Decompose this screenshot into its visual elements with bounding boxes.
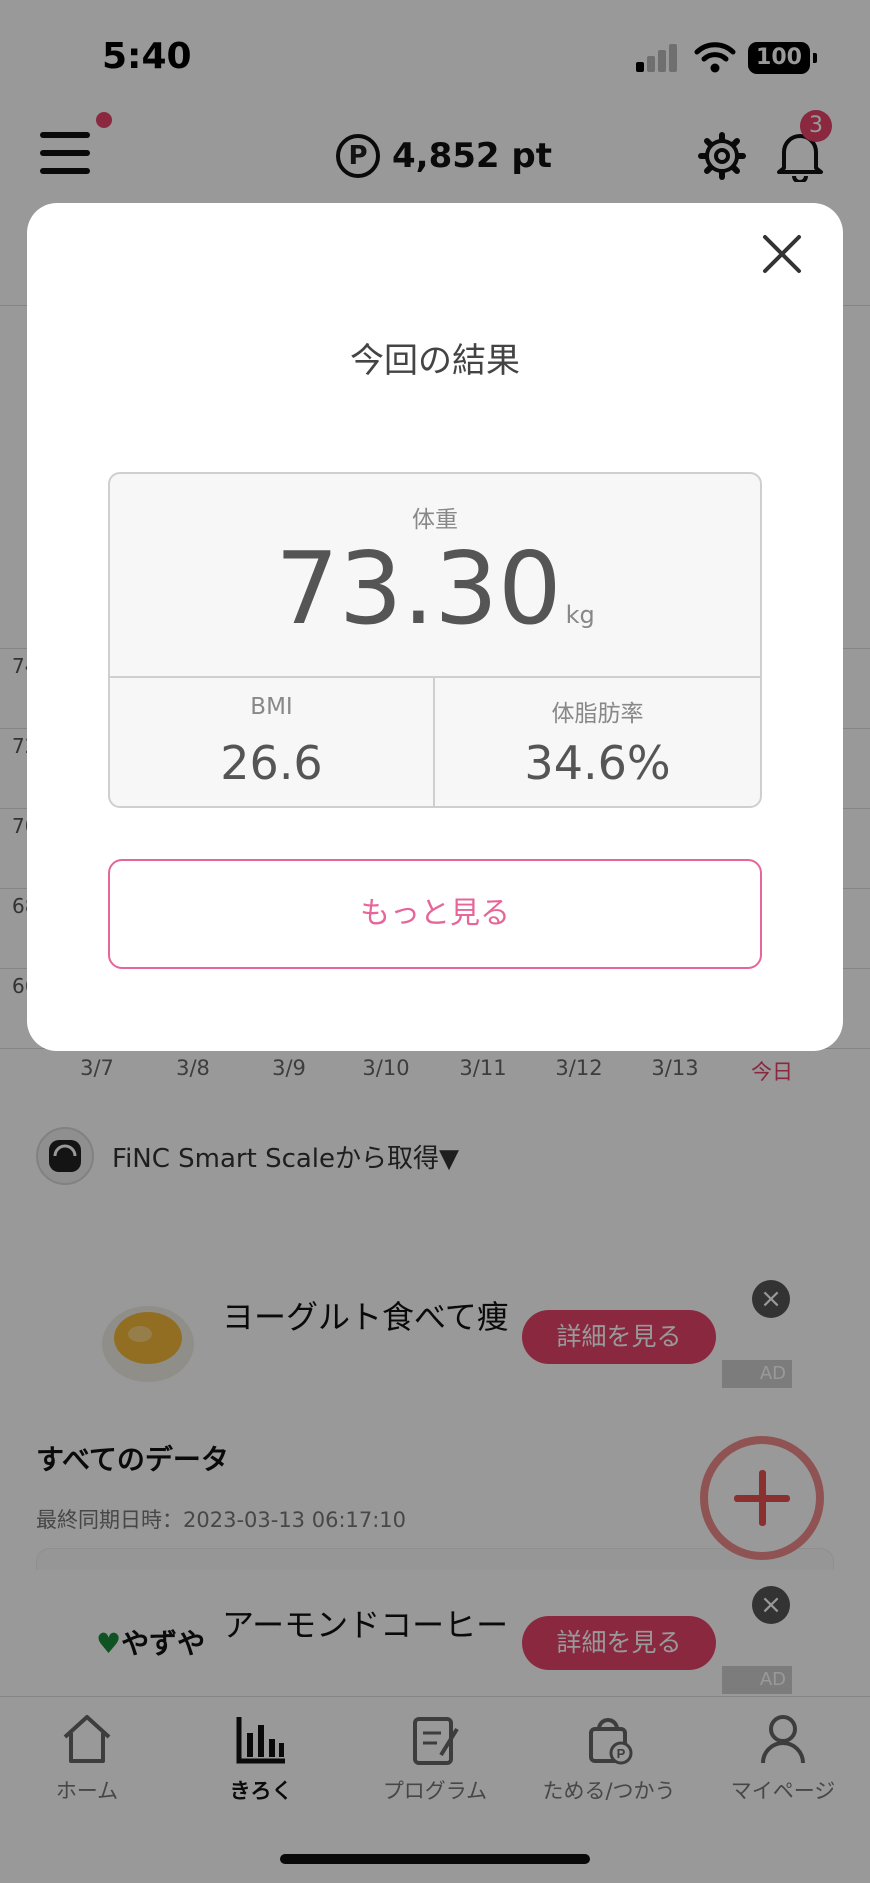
weight-unit: kg xyxy=(565,601,595,629)
bmi-value: 26.6 xyxy=(220,736,323,790)
body-fat-label: 体脂肪率 xyxy=(551,701,644,727)
close-icon[interactable] xyxy=(757,229,807,279)
see-more-button[interactable]: もっと見る xyxy=(108,859,762,969)
bmi-cell: BMI 26.6 xyxy=(110,678,435,806)
weight-cell: 体重 73.30 kg xyxy=(110,474,760,678)
body-fat-value: 34.6% xyxy=(524,736,671,790)
result-panel: 体重 73.30 kg BMI 26.6 体脂肪率 34.6% xyxy=(108,472,762,808)
bmi-label: BMI xyxy=(250,694,293,720)
weight-label: 体重 xyxy=(412,507,458,533)
weight-value: 73.30 xyxy=(275,530,562,647)
modal-title: 今回の結果 xyxy=(350,341,520,381)
weight-value-row: 73.30 kg xyxy=(110,534,760,670)
result-modal: 今回の結果 体重 73.30 kg BMI 26.6 体脂肪率 34.6% もっと… xyxy=(27,203,843,1051)
body-fat-cell: 体脂肪率 34.6% xyxy=(435,678,760,806)
